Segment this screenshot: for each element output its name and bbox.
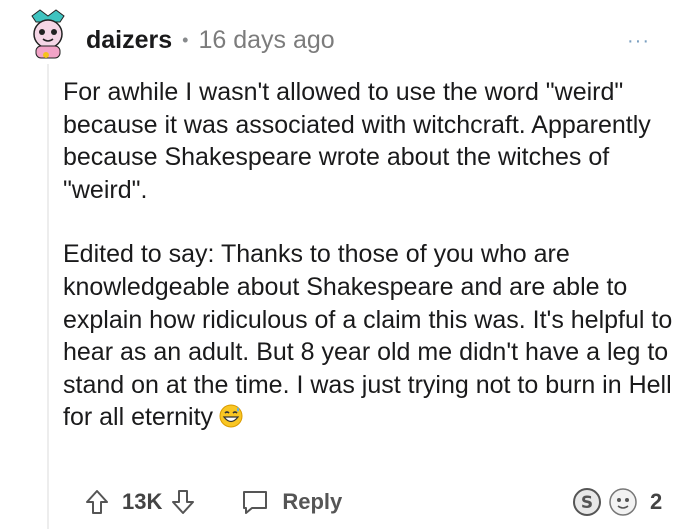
comment-paragraph-2-text: Edited to say: Thanks to those of you wh… (63, 240, 673, 432)
upvote-icon[interactable] (84, 488, 110, 516)
grinning-sweat-emoji-icon (219, 404, 243, 428)
timestamp[interactable]: 16 days ago (198, 26, 334, 55)
reply-button[interactable]: Reply (240, 488, 342, 516)
award-count: 2 (650, 489, 663, 514)
separator-dot: • (182, 29, 189, 50)
comment-paragraph-1: For awhile I wasn't allowed to use the w… (63, 78, 651, 204)
thread-line[interactable] (47, 64, 49, 529)
helpful-award-icon (609, 488, 637, 516)
more-options-icon[interactable]: ··· (627, 30, 650, 53)
downvote-icon[interactable] (170, 488, 196, 516)
comment-paragraph-2: Edited to say: Thanks to those of you wh… (63, 238, 683, 434)
user-avatar[interactable] (26, 8, 70, 60)
comment-header: daizers • 16 days ago (86, 24, 335, 56)
username[interactable]: daizers (86, 26, 172, 55)
comment-actions: 13K Reply S 2 (84, 484, 684, 520)
reply-icon (243, 491, 268, 514)
svg-text:S: S (581, 493, 593, 513)
awards[interactable]: S 2 (572, 487, 662, 517)
comment-body: For awhile I wasn't allowed to use the w… (63, 76, 683, 434)
reply-label: Reply (282, 489, 343, 514)
vote-score: 13K (122, 489, 163, 514)
silver-award-icon: S (573, 488, 601, 516)
